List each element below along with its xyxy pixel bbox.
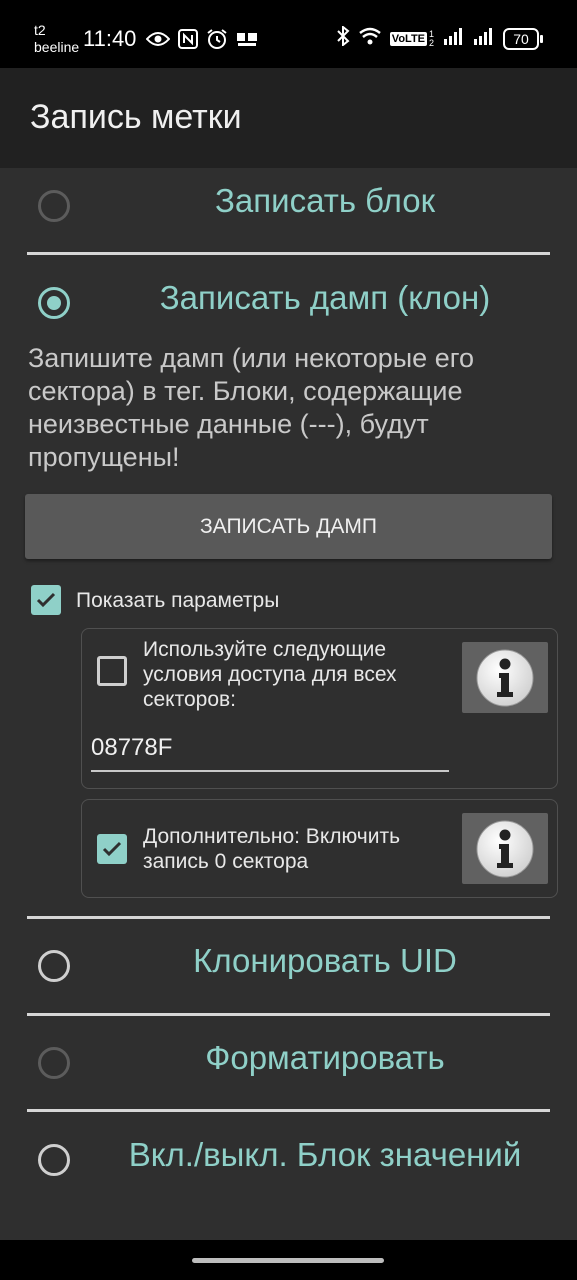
page-title: Запись метки <box>30 98 242 136</box>
nfc-icon <box>178 29 198 54</box>
input-underline <box>91 770 449 772</box>
option-label[interactable]: Вкл./выкл. Блок значений <box>100 1136 550 1174</box>
access-conditions-card: Используйте следующие условия доступа дл… <box>81 628 558 789</box>
radio-clone-uid[interactable] <box>38 950 70 982</box>
bluetooth-icon <box>336 24 350 51</box>
status-bar: t2 beeline 11:40 VoLTE 1 2 70 <box>0 0 577 68</box>
info-icon <box>476 820 534 877</box>
access-checkbox[interactable] <box>97 656 127 686</box>
sector0-checkbox[interactable] <box>97 834 127 864</box>
main-content[interactable]: Записать блок Записать дамп (клон) Запиш… <box>0 168 577 1240</box>
dump-description: Запишите дамп (или некоторые его сектора… <box>28 343 474 472</box>
navigation-bar <box>0 1240 577 1280</box>
access-conditions-input[interactable]: 08778F <box>91 734 172 762</box>
info-icon <box>476 649 534 706</box>
radio-format[interactable] <box>38 1047 70 1079</box>
eye-icon <box>145 31 171 52</box>
volte-icon: VoLTE 1 2 <box>389 28 435 48</box>
radio-write-block[interactable] <box>38 190 70 222</box>
notification-icon <box>236 31 258 52</box>
option-label[interactable]: Записать блок <box>100 182 550 220</box>
divider <box>27 1109 550 1112</box>
signal-icon <box>473 27 495 50</box>
sector0-card: Дополнительно: Включить запись 0 сектора <box>81 799 558 898</box>
option-label[interactable]: Форматировать <box>100 1039 550 1077</box>
alarm-icon <box>206 28 228 55</box>
battery-icon: 70 <box>503 27 543 50</box>
show-params-checkbox[interactable] <box>31 585 61 615</box>
check-icon <box>102 841 122 857</box>
access-info-button[interactable] <box>462 642 548 713</box>
clock: 11:40 <box>83 26 137 51</box>
divider <box>27 252 550 255</box>
option-label[interactable]: Записать дамп (клон) <box>100 279 550 317</box>
radio-write-dump[interactable] <box>38 287 70 319</box>
app-bar: Запись метки <box>0 68 577 168</box>
write-dump-button[interactable]: ЗАПИСАТЬ ДАМП <box>25 494 552 559</box>
radio-value-block[interactable] <box>38 1144 70 1176</box>
show-params-label[interactable]: Показать параметры <box>76 589 279 613</box>
access-label[interactable]: Используйте следующие условия доступа дл… <box>143 637 443 712</box>
divider <box>27 916 550 919</box>
home-gesture-handle[interactable] <box>192 1258 384 1263</box>
sector0-label[interactable]: Дополнительно: Включить запись 0 сектора <box>143 824 453 874</box>
divider <box>27 1013 550 1016</box>
carrier-label: t2 beeline <box>34 22 80 55</box>
signal-icon <box>443 27 465 50</box>
sector0-info-button[interactable] <box>462 813 548 884</box>
option-label[interactable]: Клонировать UID <box>100 942 550 980</box>
check-icon <box>36 592 56 608</box>
wifi-icon <box>358 27 382 50</box>
